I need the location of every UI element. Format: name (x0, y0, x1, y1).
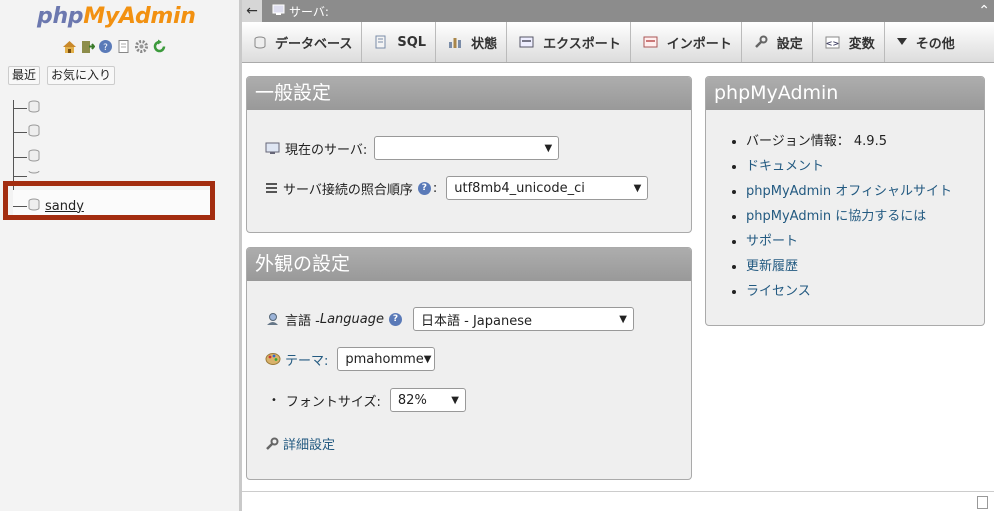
language-label-en: Language (319, 311, 384, 327)
current-server-label: 現在のサーバ: (285, 142, 368, 158)
logout-icon[interactable] (80, 39, 95, 54)
sql-icon (374, 35, 388, 49)
chevron-down-icon: ▼ (619, 313, 627, 325)
db-tree-node[interactable] (13, 171, 45, 181)
server-icon (272, 4, 285, 19)
general-settings-panel: 一般設定 現在のサーバ: ▼ サーバ接続の照合順序 ?: utf8mb4_uni… (246, 76, 692, 233)
main-tabs: データベース SQL 状態 エクスポート インポート 設定 <> 変数 その他 (242, 22, 994, 63)
current-server-row: 現在のサーバ: ▼ (265, 136, 560, 160)
phpmyadmin-info-panel: phpMyAdmin バージョン情報： 4.9.5 ドキュメント phpMyAd… (705, 76, 985, 326)
tab-databases[interactable]: データベース (242, 22, 363, 62)
db-tree-node[interactable] (13, 98, 45, 118)
version-value: 4.9.5 (853, 134, 887, 149)
phpmyadmin-logo[interactable]: phpMyAdmin (37, 4, 196, 29)
collation-icon (265, 182, 278, 194)
language-select[interactable]: 日本語 - Japanese ▼ (412, 307, 634, 331)
fontsize-label: フォントサイズ: (285, 394, 381, 410)
collation-select[interactable]: utf8mb4_unicode_ci ▼ (446, 176, 649, 200)
favorites-button[interactable]: お気に入り (47, 66, 116, 85)
database-icon (254, 36, 266, 49)
chevron-down-icon: ▼ (633, 182, 642, 194)
variables-icon: <> (825, 36, 840, 49)
server-select[interactable]: ▼ (374, 136, 560, 160)
appearance-settings-title: 外観の設定 (247, 248, 691, 281)
database-icon (28, 149, 40, 166)
docs-icon[interactable] (116, 39, 131, 54)
tab-import[interactable]: インポート (631, 22, 742, 62)
general-settings-title: 一般設定 (247, 77, 691, 110)
language-row: 言語 - Language ? 日本語 - Japanese ▼ (265, 307, 634, 331)
sidebar-icon-bar: ? (62, 39, 167, 54)
database-icon (28, 124, 40, 141)
recent-button[interactable]: 最近 (8, 66, 41, 85)
info-panel-title: phpMyAdmin (706, 77, 984, 110)
language-label: 言語 - (285, 313, 320, 329)
db-tree-node[interactable] (13, 147, 45, 167)
theme-label: テーマ: (285, 353, 329, 369)
svg-text:?: ? (103, 43, 108, 53)
help-icon[interactable]: ? (98, 39, 113, 54)
link-support[interactable]: サポート (746, 229, 952, 254)
top-breadcrumb-bar: ← サーバ: ⌃ (242, 0, 994, 22)
database-icon (28, 171, 40, 181)
wrench-icon (754, 35, 768, 49)
palette-icon (265, 352, 281, 366)
fontsize-row: • フォントサイズ: 82% ▼ (271, 388, 466, 412)
appearance-settings-panel: 外観の設定 言語 - Language ? 日本語 - Japanese ▼ テー… (246, 247, 692, 480)
more-settings-link[interactable]: 詳細設定 (283, 434, 335, 453)
logo-php-text: php (37, 4, 84, 29)
chevron-down-icon: ▼ (544, 142, 553, 154)
settings-icon[interactable] (134, 39, 149, 54)
chevron-down-icon: ▼ (423, 353, 432, 365)
collapse-arrow-icon[interactable]: ← (242, 0, 262, 22)
info-links-list: バージョン情報： 4.9.5 ドキュメント phpMyAdmin オフィシャルサ… (728, 129, 952, 304)
console-divider (242, 491, 994, 492)
logo-myadmin-text: MyAdmin (83, 4, 196, 29)
link-official-site[interactable]: phpMyAdmin オフィシャルサイト (746, 179, 952, 204)
navigation-sidebar: phpMyAdmin ? 最近 お気に入り sandy (0, 0, 239, 511)
chevron-down-icon: ▼ (451, 394, 459, 406)
tab-settings[interactable]: 設定 (742, 22, 813, 62)
version-item: バージョン情報： 4.9.5 (746, 129, 952, 154)
wrench-icon (265, 437, 279, 451)
breadcrumb-server[interactable]: サーバ: (272, 0, 329, 22)
svg-text:<>: <> (826, 39, 839, 48)
fontsize-select[interactable]: 82% ▼ (389, 388, 466, 412)
tab-more[interactable]: その他 (885, 22, 964, 62)
collapse-top-icon[interactable]: ⌃ (978, 0, 990, 22)
theme-select[interactable]: pmahomme ▼ (337, 347, 436, 371)
database-icon (28, 100, 40, 117)
link-changelog[interactable]: 更新履歴 (746, 254, 952, 279)
link-documentation[interactable]: ドキュメント (746, 154, 952, 179)
home-icon[interactable] (62, 39, 77, 54)
db-tree-node[interactable] (13, 122, 45, 142)
chevron-down-icon (896, 38, 907, 46)
tab-variables[interactable]: <> 変数 (813, 22, 885, 62)
export-icon (519, 36, 534, 49)
selection-highlight-box (3, 181, 215, 220)
tab-status[interactable]: 状態 (436, 22, 508, 62)
link-contribute[interactable]: phpMyAdmin に協力するには (746, 204, 952, 229)
theme-row: テーマ: pmahomme ▼ (265, 347, 436, 371)
help-icon[interactable]: ? (388, 312, 402, 326)
breadcrumb-server-label: サーバ: (289, 4, 329, 19)
tab-sql[interactable]: SQL (362, 22, 437, 62)
bullet-icon: • (271, 394, 277, 406)
more-settings-row[interactable]: 詳細設定 (265, 434, 335, 453)
collation-row: サーバ接続の照合順序 ?: utf8mb4_unicode_ci ▼ (265, 176, 649, 200)
tab-export[interactable]: エクスポート (507, 22, 631, 62)
main-content: ← サーバ: ⌃ データベース SQL 状態 エクスポート インポート 設定 <… (242, 0, 994, 511)
console-icon[interactable] (977, 496, 988, 509)
link-license[interactable]: ライセンス (746, 279, 952, 304)
language-icon (265, 312, 280, 327)
import-icon (643, 36, 658, 49)
status-icon (448, 35, 462, 49)
server-icon (265, 142, 280, 155)
reload-icon[interactable] (152, 39, 167, 54)
help-icon[interactable]: ? (417, 181, 431, 195)
collation-label: サーバ接続の照合順序 (283, 182, 413, 198)
